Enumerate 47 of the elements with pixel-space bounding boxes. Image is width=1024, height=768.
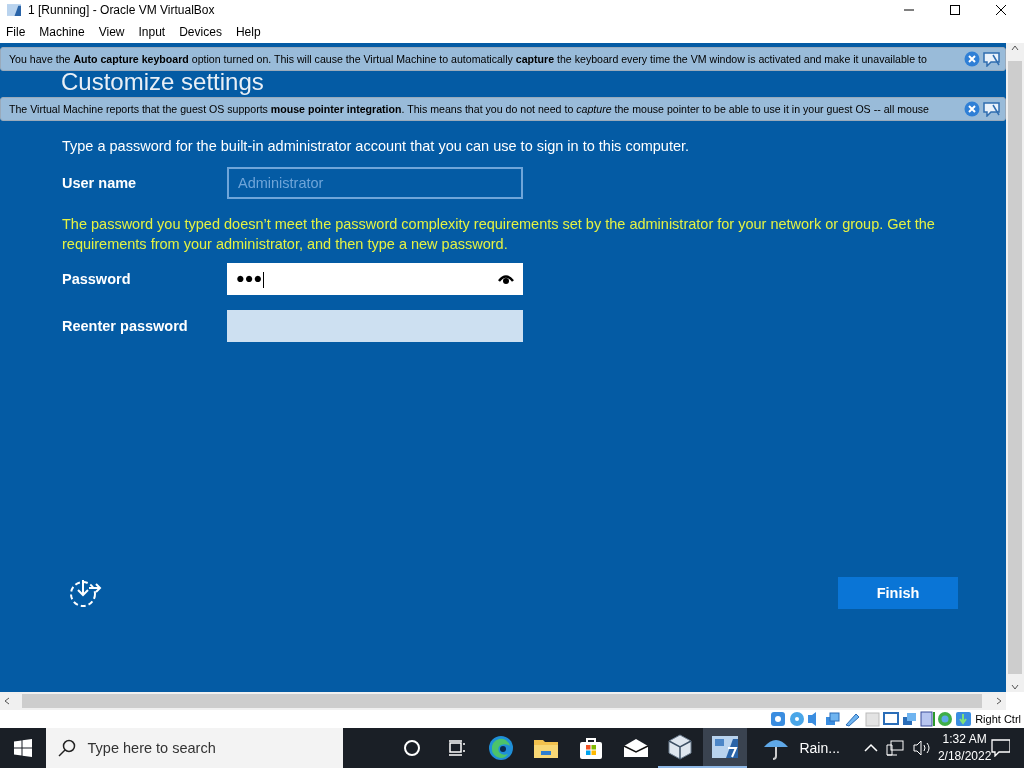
password-field[interactable]: ●●● [227, 263, 523, 295]
speech-bubble-icon[interactable] [983, 51, 1001, 67]
search-field[interactable]: Type here to search [45, 728, 343, 768]
menu-item[interactable]: Devices [173, 24, 228, 39]
maximize-icon [950, 5, 960, 15]
menu-item[interactable]: Machine [33, 24, 91, 39]
close-icon [996, 5, 1006, 15]
folder-icon [533, 737, 560, 759]
notification-text: The Virtual Machine reports that the guest OS supports mouse pointer integration. This means that you do not need to capture the mouse pointer to be able to use it in your guest OS -- all mouse [9, 103, 930, 115]
field-label: Password [62, 271, 132, 287]
finish-button[interactable]: Finish [838, 577, 958, 609]
eye-icon[interactable] [498, 273, 514, 285]
error-message: The password you typed doesn’t meet the password complexity requirements set by the administrator for your network or group. Get the requirements from your administrator, and then type a new password. [62, 215, 936, 254]
menu-item[interactable]: View [92, 24, 131, 39]
vm-window-icon [711, 734, 740, 760]
page-heading: Customize settings [61, 70, 265, 94]
store-icon [578, 736, 603, 760]
menu-item[interactable]: Help [229, 24, 267, 39]
password-field[interactable] [227, 310, 523, 342]
window-title: 1 [Running] - Oracle VM VirtualBox [28, 3, 216, 17]
browser-icon [488, 735, 515, 761]
notification-text: You have the Auto capture keyboard option turned on. This will cause the Virtual Machine to automatically capture the keyboard every time the VM window is activated and make it unavailable to [9, 53, 928, 65]
chevron-up-icon[interactable] [863, 743, 878, 753]
field-label: Reenter password [62, 318, 189, 334]
taskbar-app-button[interactable] [702, 728, 748, 768]
accessibility-icon[interactable] [68, 578, 102, 608]
close-icon[interactable] [964, 101, 980, 117]
close-icon[interactable] [964, 51, 980, 67]
circle-icon [402, 739, 421, 757]
task-view-icon [446, 740, 467, 756]
cube-icon [668, 734, 693, 760]
notification-icon[interactable] [991, 739, 1010, 757]
vm-window-icon [6, 3, 22, 17]
status-icons-drawing[interactable] [770, 711, 973, 727]
menu-item[interactable]: Input [132, 24, 172, 39]
envelope-icon [622, 738, 649, 758]
network-icon[interactable] [885, 740, 904, 756]
volume-icon[interactable] [911, 740, 932, 756]
field-label: User name [62, 175, 138, 191]
description-text: Type a password for the built-in administrator account that you can use to sign in to this computer. [62, 138, 691, 154]
weather-widget[interactable]: Rain... [757, 734, 846, 762]
host-key-label: Right Ctrl [975, 713, 1021, 725]
clock[interactable]: 1:32 AM 2/18/2022 [937, 731, 992, 765]
search-icon [57, 739, 76, 757]
windows-logo-icon [13, 739, 32, 757]
menu-item[interactable]: File [0, 24, 32, 39]
speech-bubble-icon[interactable] [983, 101, 1001, 117]
